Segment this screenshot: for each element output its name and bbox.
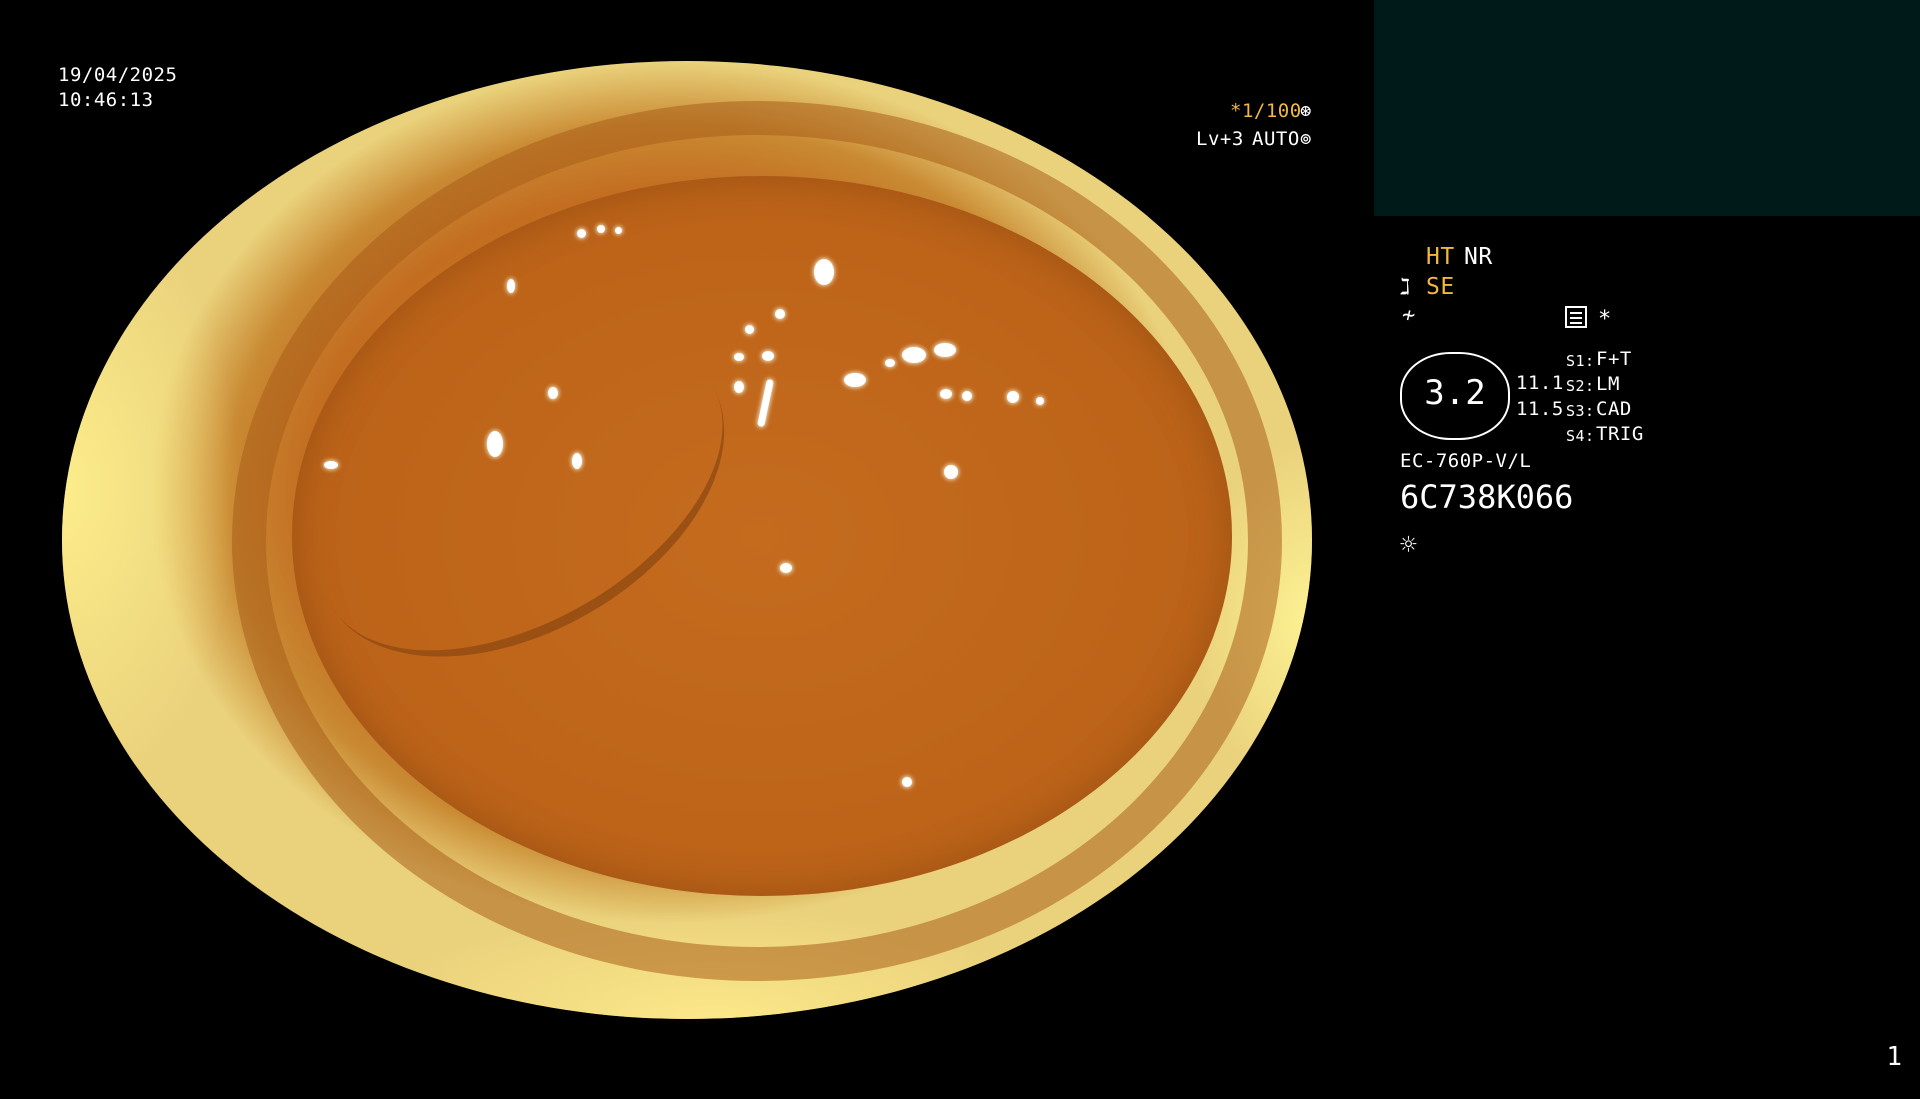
specular-highlight: [940, 389, 952, 399]
structure-icon: ≁: [1402, 303, 1416, 328]
specular-highlight: [885, 359, 895, 367]
s2-key: S2:: [1566, 377, 1595, 395]
specular-highlight: [944, 465, 958, 479]
specular-highlight: [762, 351, 774, 361]
specular-highlight: [615, 227, 622, 234]
page-number: 1: [1886, 1042, 1902, 1072]
specular-highlight: [597, 225, 605, 233]
specular-highlight: [780, 563, 792, 573]
specular-highlight: [775, 309, 785, 319]
settings-icon: [1565, 306, 1587, 328]
s2-value: LM: [1596, 373, 1620, 395]
specular-highlight: [972, 77, 980, 85]
specular-highlight: [734, 381, 744, 393]
param-1: 11.1: [1516, 372, 1564, 394]
specular-highlight: [548, 387, 558, 399]
info-box: [1374, 0, 1920, 216]
specular-highlight: [814, 259, 834, 285]
mask-top: [0, 0, 1380, 61]
specular-highlight: [1007, 391, 1019, 403]
specular-highlight: [934, 343, 956, 357]
specular-highlight: [487, 431, 503, 457]
specular-highlight: [902, 347, 926, 363]
mask-bottom: [0, 1019, 1380, 1099]
specular-highlight: [932, 63, 940, 71]
specular-highlight: [572, 453, 582, 469]
iris-icon: ⊚: [1300, 128, 1312, 150]
scope-value: 3.2: [1424, 373, 1486, 413]
specular-highlight: [1036, 397, 1044, 405]
specular-highlight: [734, 353, 744, 361]
specular-highlight: [507, 279, 515, 293]
star-indicator: *: [1598, 307, 1612, 332]
specular-highlight: [324, 461, 338, 469]
s3-value: CAD: [1596, 398, 1632, 420]
iris-mode: AUTO: [1252, 128, 1300, 150]
s3-key: S3:: [1566, 402, 1595, 420]
s1-value: F+T: [1596, 348, 1632, 370]
specular-highlight: [962, 391, 972, 401]
specular-highlight: [902, 777, 912, 787]
light-reflection: [62, 181, 242, 801]
se-indicator: SE: [1426, 274, 1455, 300]
specular-highlight: [844, 373, 866, 387]
time-label: 10:46:13: [58, 89, 154, 111]
scope-serial: 6C738K066: [1400, 478, 1574, 516]
specular-highlight: [577, 229, 586, 238]
s1-key: S1:: [1566, 352, 1595, 370]
specular-highlight: [1098, 127, 1105, 134]
specular-highlight: [1162, 161, 1171, 170]
specular-highlight: [745, 325, 754, 334]
specular-highlight: [954, 69, 962, 77]
enhance-icon: ℷ: [1400, 275, 1411, 300]
shutter-icon: ⊛: [1300, 100, 1312, 122]
light-icon: ☼: [1400, 528, 1417, 561]
date-label: 19/04/2025: [58, 64, 178, 86]
specular-highlight: [1178, 177, 1188, 187]
s4-key: S4:: [1566, 427, 1595, 445]
shutter-speed: *1/100: [1230, 100, 1302, 122]
nr-indicator: NR: [1464, 244, 1493, 270]
endoscopic-view: [62, 61, 1312, 1019]
iris-level: Lv+3: [1196, 128, 1244, 150]
s4-value: TRIG: [1596, 423, 1644, 445]
scope-model: EC-760P-V/L: [1400, 450, 1532, 472]
ht-indicator: HT: [1426, 244, 1455, 270]
param-2: 11.5: [1516, 398, 1564, 420]
